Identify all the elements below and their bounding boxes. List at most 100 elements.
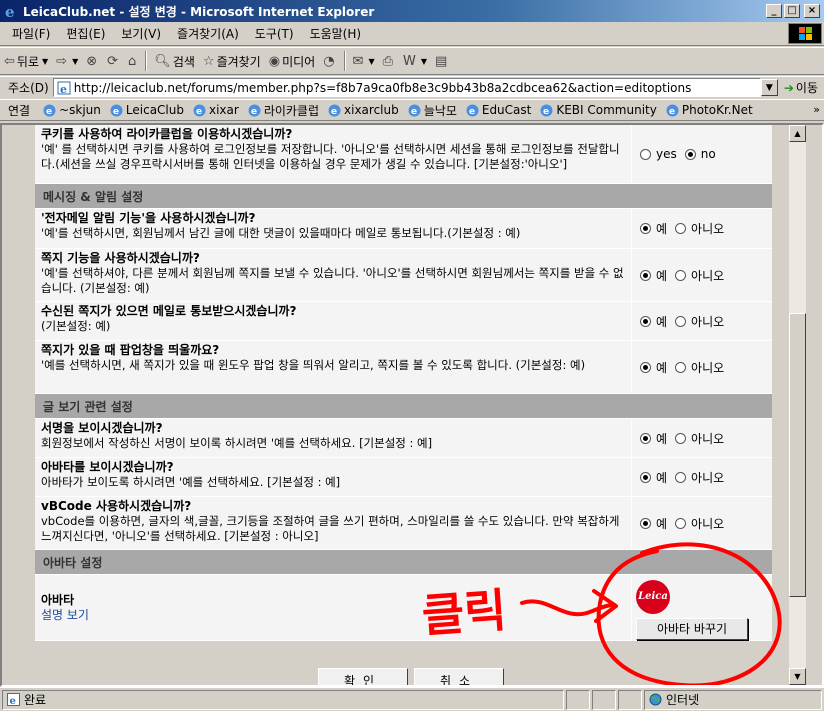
radio-no[interactable]: 아니오 bbox=[675, 430, 724, 447]
back-label: 뒤로 bbox=[16, 54, 39, 69]
radio-yes[interactable]: 예 bbox=[640, 469, 667, 486]
cancel-button[interactable]: 취소 bbox=[414, 668, 504, 685]
stop-button[interactable]: ⊗ bbox=[82, 49, 103, 73]
radio-button[interactable] bbox=[640, 269, 651, 281]
submit-button[interactable]: 확인 bbox=[318, 668, 408, 685]
radio-yes[interactable]: yes bbox=[640, 147, 677, 161]
menu-view[interactable]: 보기(V) bbox=[113, 25, 169, 42]
link-xixar[interactable]: e xixar bbox=[190, 103, 245, 118]
radio-button[interactable] bbox=[675, 517, 687, 529]
close-button[interactable]: × bbox=[804, 4, 820, 18]
radio-button[interactable] bbox=[675, 471, 687, 483]
radio-no[interactable]: 아니오 bbox=[675, 469, 724, 486]
radio-button[interactable] bbox=[640, 223, 651, 234]
link-educast[interactable]: e EduCast bbox=[463, 103, 538, 118]
change-avatar-button[interactable]: 아바타 바꾸기 bbox=[636, 617, 748, 640]
svg-text:e: e bbox=[331, 107, 337, 117]
radio-yes[interactable]: 예 bbox=[640, 430, 667, 447]
radio-button[interactable] bbox=[684, 148, 696, 160]
page-icon: e bbox=[57, 81, 71, 95]
radio-no[interactable]: 아니오 bbox=[675, 515, 724, 532]
radio-button[interactable] bbox=[675, 223, 687, 234]
svg-text:e: e bbox=[5, 3, 15, 19]
menu-edit[interactable]: 편집(E) bbox=[58, 25, 113, 42]
link-label: EduCast bbox=[481, 103, 532, 117]
back-button[interactable]: ⇦ 뒤로 ▼ bbox=[0, 49, 52, 73]
link-xixarclub[interactable]: e xixarclub bbox=[325, 103, 405, 118]
ie-page-icon: e bbox=[248, 104, 261, 117]
maximize-button[interactable]: □ bbox=[784, 4, 800, 18]
radio-button[interactable] bbox=[675, 315, 687, 327]
link-skjun[interactable]: e ~skjun bbox=[40, 103, 107, 118]
radio-no[interactable]: 아니오 bbox=[675, 267, 724, 284]
history-button[interactable]: ◔ bbox=[319, 49, 340, 73]
radio-button[interactable] bbox=[640, 517, 651, 529]
status-bar: e 완료 인터넷 bbox=[0, 687, 824, 711]
option-row: 쪽지 기능을 사용하시겠습니까? '예'를 선택하셔야, 다른 분께서 회원님께… bbox=[35, 249, 772, 302]
avatar-row: 아바타 설명 보기 Leica 아바타 바꾸기 bbox=[35, 575, 772, 641]
media-button[interactable]: ◉ 미디어 bbox=[265, 49, 319, 73]
link-neulnakmo[interactable]: e 늘낙모 bbox=[405, 102, 463, 119]
radio-button[interactable] bbox=[640, 148, 651, 160]
links-more-button[interactable]: » bbox=[813, 103, 820, 116]
radio-no[interactable]: 아니오 bbox=[675, 313, 724, 330]
radio-button[interactable] bbox=[675, 361, 687, 373]
option-text: 쿠키를 사용하여 라이카클럽을 이용하시겠습니까? '예' 를 선택하시면 쿠키… bbox=[35, 125, 632, 183]
radio-yes[interactable]: 예 bbox=[640, 359, 667, 376]
scroll-up-button[interactable]: ▲ bbox=[789, 125, 806, 142]
print-button[interactable]: ⎙ bbox=[379, 49, 399, 73]
minimize-button[interactable]: _ bbox=[766, 4, 782, 18]
mail-button[interactable]: ✉ ▼ bbox=[349, 49, 379, 73]
ie-page-icon: e bbox=[540, 104, 553, 117]
link-leicaclub-kr[interactable]: e 라이카클럽 bbox=[245, 102, 325, 119]
radio-no[interactable]: 아니오 bbox=[675, 220, 724, 237]
radio-yes[interactable]: 예 bbox=[640, 313, 667, 330]
option-text: 쪽지 기능을 사용하시겠습니까? '예'를 선택하셔야, 다른 분께서 회원님께… bbox=[35, 249, 632, 301]
link-kebi-community[interactable]: e KEBI Community bbox=[537, 103, 663, 118]
radio-no[interactable]: 아니오 bbox=[675, 359, 724, 376]
address-input[interactable]: e http://leicaclub.net/forums/member.php… bbox=[52, 78, 761, 97]
scroll-thumb[interactable] bbox=[789, 313, 806, 597]
option-row: 수신된 쪽지가 있으면 메일로 통보받으시겠습니까? (기본설정: 예) 예 아… bbox=[35, 302, 772, 341]
forward-button[interactable]: ⇨ ▼ bbox=[52, 49, 82, 73]
option-description: '예를 선택하시면, 새 쪽지가 있을 때 윈도우 팝업 창을 띄워서 알리고,… bbox=[41, 358, 586, 372]
option-choices: 예 아니오 bbox=[632, 458, 772, 496]
search-button[interactable]: 🔍︎ 검색 bbox=[150, 49, 199, 73]
radio-yes[interactable]: 예 bbox=[640, 267, 667, 284]
option-row-cookie: 쿠키를 사용하여 라이카클럽을 이용하시겠습니까? '예' 를 선택하시면 쿠키… bbox=[35, 125, 772, 184]
avatar-help-link[interactable]: 설명 보기 bbox=[41, 608, 626, 623]
forward-arrow-icon: ⇨ bbox=[56, 53, 68, 69]
radio-button[interactable] bbox=[640, 315, 651, 327]
radio-yes[interactable]: 예 bbox=[640, 515, 667, 532]
menu-favorites[interactable]: 즐겨찾기(A) bbox=[169, 25, 247, 42]
edit-button[interactable]: W ▼ bbox=[399, 49, 431, 73]
menu-file[interactable]: 파일(F) bbox=[0, 25, 58, 42]
vertical-scrollbar[interactable]: ▲ ▼ bbox=[789, 125, 806, 685]
svg-text:e: e bbox=[113, 107, 119, 117]
word-icon: W bbox=[403, 53, 416, 69]
radio-label: 아니오 bbox=[691, 516, 725, 531]
menu-tools[interactable]: 도구(T) bbox=[247, 25, 302, 42]
radio-button[interactable] bbox=[640, 471, 651, 483]
option-row: '전자메일 알림 기능'을 사용하시겠습니까? '예'를 선택하시면, 회원님께… bbox=[35, 209, 772, 249]
favorites-button[interactable]: ☆ 즐겨찾기 bbox=[199, 49, 265, 73]
go-button[interactable]: ➔ 이동 bbox=[778, 79, 824, 96]
radio-button[interactable] bbox=[675, 432, 687, 444]
radio-button[interactable] bbox=[640, 361, 651, 373]
refresh-button[interactable]: ⟳ bbox=[103, 49, 124, 73]
radio-button[interactable] bbox=[640, 432, 651, 444]
link-leicaclub[interactable]: e LeicaClub bbox=[107, 103, 190, 118]
favorites-star-icon: ☆ bbox=[202, 53, 215, 69]
radio-button[interactable] bbox=[675, 269, 687, 281]
menu-help[interactable]: 도움말(H) bbox=[302, 25, 370, 42]
svg-text:e: e bbox=[196, 107, 202, 117]
radio-yes[interactable]: 예 bbox=[640, 220, 667, 237]
scroll-down-button[interactable]: ▼ bbox=[789, 668, 806, 685]
radio-no[interactable]: no bbox=[684, 147, 716, 161]
option-description: '예'를 선택하셔야, 다른 분께서 회원님께 쪽지를 보낼 수 있습니다. '… bbox=[41, 266, 624, 295]
svg-text:e: e bbox=[411, 107, 417, 117]
link-photokr[interactable]: e PhotoKr.Net bbox=[663, 103, 759, 118]
home-button[interactable]: ⌂ bbox=[124, 49, 142, 73]
address-dropdown-button[interactable]: ▼ bbox=[760, 79, 778, 96]
discuss-button[interactable]: ▤ bbox=[431, 49, 453, 73]
